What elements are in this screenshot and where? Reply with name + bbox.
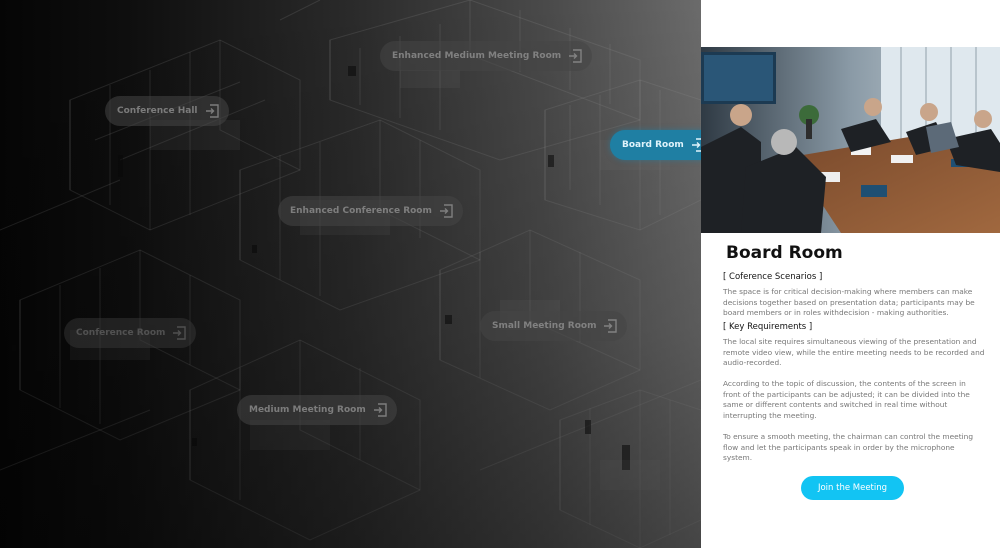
room-button-conference-room[interactable]: Conference Room (64, 318, 197, 348)
room-button-enhanced-medium-meeting-room[interactable]: Enhanced Medium Meeting Room (380, 41, 593, 71)
room-label: Small Meeting Room (492, 321, 597, 331)
floor-plan-map: Conference Hall Enhanced Medium Meeting … (0, 0, 701, 548)
requirements-text-3: To ensure a smooth meeting, the chairman… (723, 432, 974, 462)
room-label: Conference Room (76, 328, 166, 338)
enter-door-icon (691, 138, 701, 152)
requirements-text-1: The local site requires simultaneous vie… (723, 337, 985, 367)
room-label: Medium Meeting Room (249, 405, 366, 415)
room-title: Board Room (726, 243, 843, 263)
scenarios-heading: [ Coference Scenarios ] (723, 272, 823, 282)
room-button-enhanced-conference-room[interactable]: Enhanced Conference Room (278, 196, 463, 226)
room-label: Enhanced Medium Meeting Room (392, 51, 562, 61)
room-button-board-room[interactable]: Board Room (610, 130, 701, 160)
enter-door-icon (439, 204, 453, 218)
room-label: Board Room (622, 140, 684, 150)
room-button-conference-hall[interactable]: Conference Hall (105, 96, 229, 126)
enter-door-icon (603, 319, 618, 333)
requirements-text-2: According to the topic of discussion, th… (723, 379, 970, 420)
scenarios-text: The space is for critical decision-makin… (723, 287, 975, 317)
requirements-heading: [ Key Requirements ] (723, 322, 813, 332)
room-button-medium-meeting-room[interactable]: Medium Meeting Room (237, 395, 397, 425)
enter-door-icon (205, 104, 219, 118)
room-label: Conference Hall (117, 106, 198, 116)
enter-door-icon (172, 326, 187, 340)
board-room-photo (701, 47, 1000, 233)
room-button-small-meeting-room[interactable]: Small Meeting Room (480, 311, 628, 341)
room-detail-panel: Board Room [ Coference Scenarios ] The s… (701, 0, 1000, 548)
isometric-floor-plan (0, 0, 701, 548)
join-meeting-button[interactable]: Join the Meeting (801, 476, 904, 500)
room-label: Enhanced Conference Room (290, 206, 432, 216)
enter-door-icon (568, 49, 582, 63)
enter-door-icon (373, 403, 387, 417)
